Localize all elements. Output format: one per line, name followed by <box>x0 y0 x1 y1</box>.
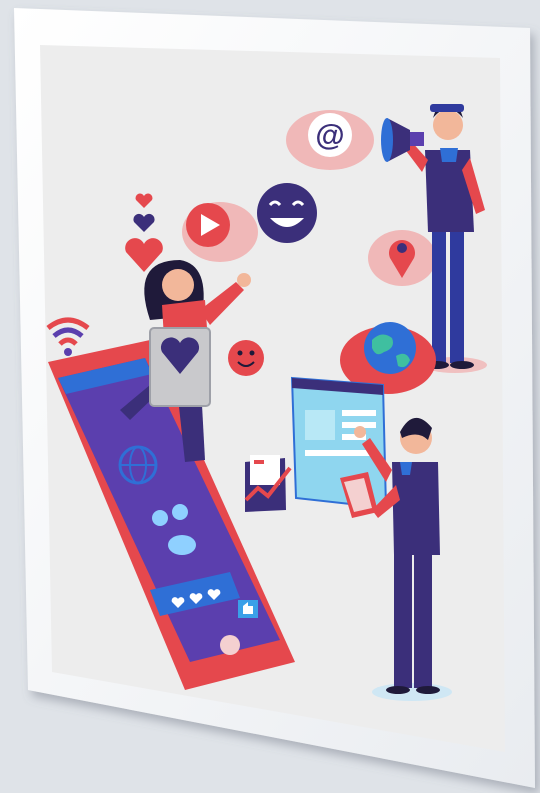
play-icon <box>182 202 258 262</box>
like-icon <box>238 600 258 618</box>
smiley-icon <box>257 183 317 243</box>
at-sign-icon: @ <box>286 110 374 170</box>
emoji-face-icon <box>228 340 264 376</box>
framed-illustration: @ <box>0 0 540 793</box>
svg-text:@: @ <box>315 119 344 152</box>
location-pin-icon <box>368 230 436 286</box>
email-chart-icon <box>244 455 292 512</box>
